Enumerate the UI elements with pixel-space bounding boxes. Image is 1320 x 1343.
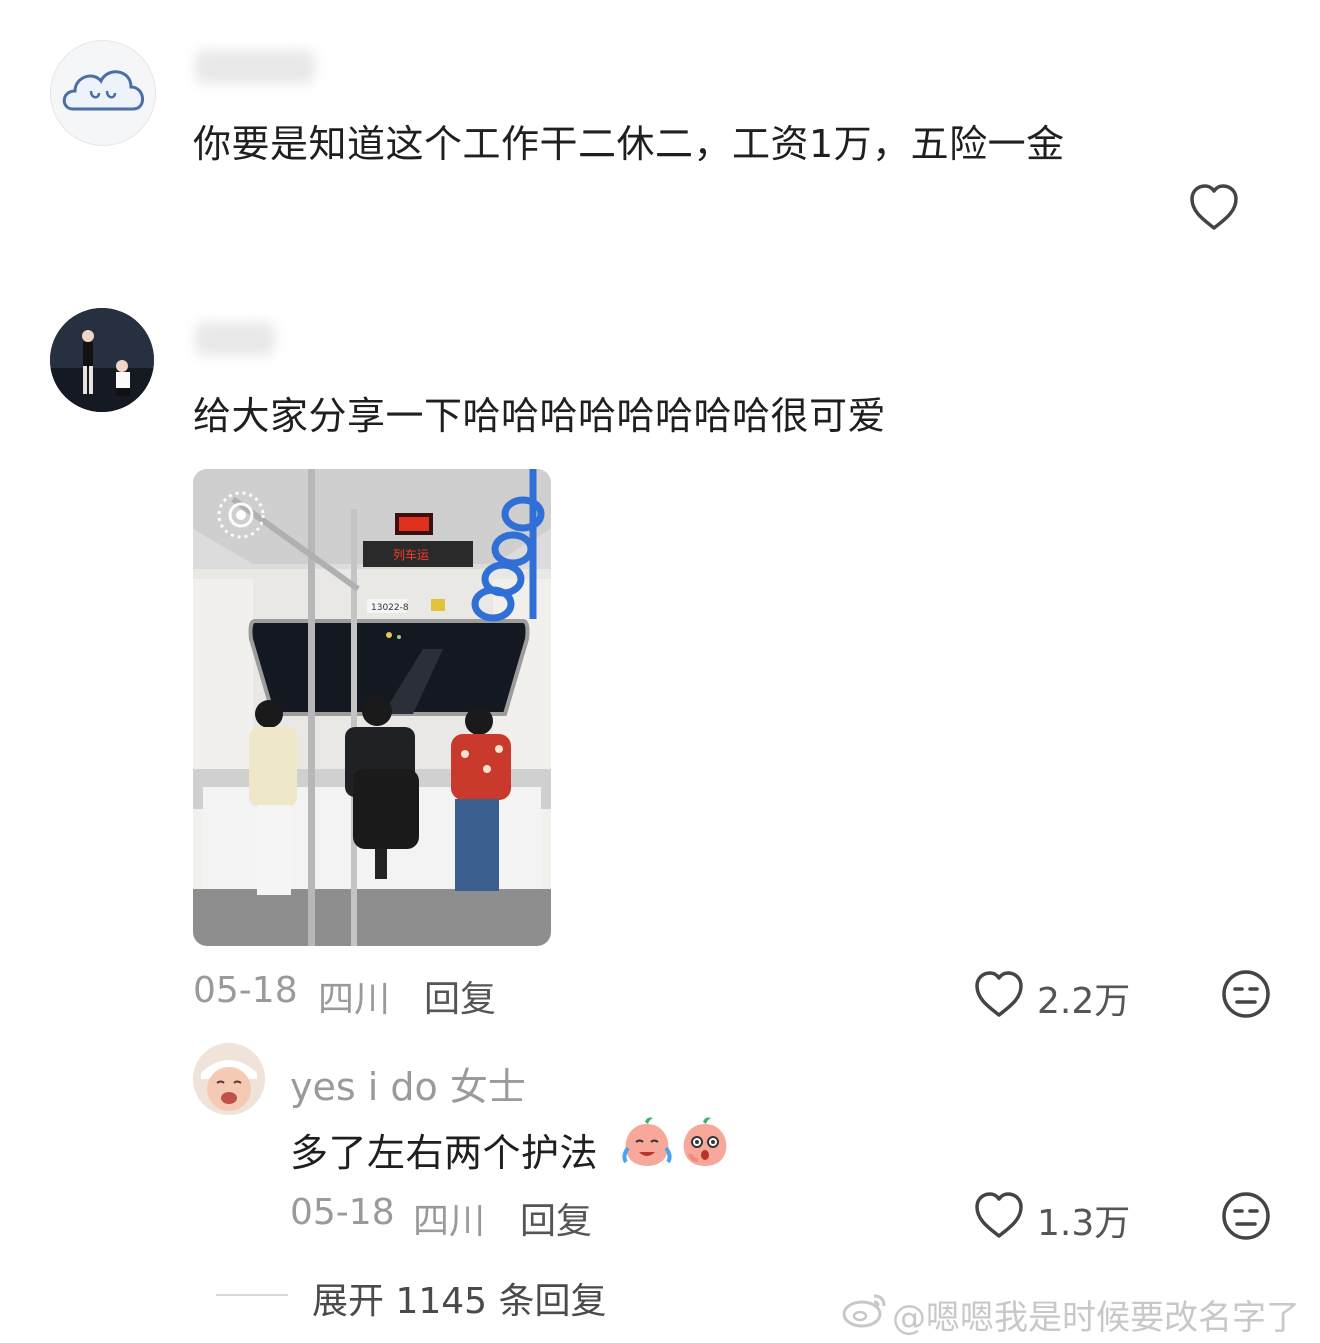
comment-text: 给大家分享一下哈哈哈哈哈哈哈哈很可爱 xyxy=(193,394,887,438)
watermark-text: @嗯嗯我是时候要改名字了 xyxy=(892,1298,1300,1338)
crying-baby-avatar-icon xyxy=(193,1043,265,1115)
like-count: 2.2万 xyxy=(1037,981,1131,1022)
heart-icon[interactable] xyxy=(973,969,1025,1019)
comment-location: 四川 xyxy=(318,979,391,1020)
cloud-avatar-icon xyxy=(62,70,144,111)
like-count: 1.3万 xyxy=(1037,1203,1131,1244)
dislike-face-icon[interactable] xyxy=(1220,968,1272,1020)
reply-button[interactable]: 回复 xyxy=(520,1192,592,1244)
reply-date: 05-18 xyxy=(290,1192,395,1233)
cab-code: 13022-8 xyxy=(371,603,409,613)
comment-photo[interactable]: 列车运 13022-8 xyxy=(193,469,551,946)
heart-icon[interactable] xyxy=(973,1190,1025,1240)
reply-text: 多了左右两个护法 xyxy=(290,1131,599,1175)
comment-date: 05-18 xyxy=(193,970,298,1011)
username-blurred[interactable] xyxy=(195,50,315,84)
display-text: 列车运 xyxy=(393,547,429,562)
reply-avatar[interactable] xyxy=(193,1043,265,1115)
username-blurred[interactable] xyxy=(195,322,275,356)
illustration-avatar-icon xyxy=(50,308,154,412)
expand-replies-button[interactable]: 展开 1145 条回复 xyxy=(312,1272,607,1324)
train-cab-photo: 列车运 13022-8 xyxy=(193,469,551,946)
crying-peach-emoji-icon xyxy=(620,1114,674,1168)
weibo-logo-icon xyxy=(842,1290,888,1330)
heart-icon[interactable] xyxy=(1188,182,1240,232)
expand-divider xyxy=(216,1294,288,1296)
commenter-avatar[interactable] xyxy=(50,40,156,146)
commenter-avatar[interactable] xyxy=(50,308,154,412)
dislike-face-icon[interactable] xyxy=(1220,1190,1272,1242)
comment-text: 你要是知道这个工作干二休二，工资1万，五险一金 xyxy=(193,122,1065,166)
reply-location: 四川 xyxy=(413,1201,486,1242)
surprised-peach-emoji-icon xyxy=(678,1114,732,1168)
reply-username[interactable]: yes i do 女士 xyxy=(290,1056,526,1111)
reply-button[interactable]: 回复 xyxy=(424,970,496,1022)
